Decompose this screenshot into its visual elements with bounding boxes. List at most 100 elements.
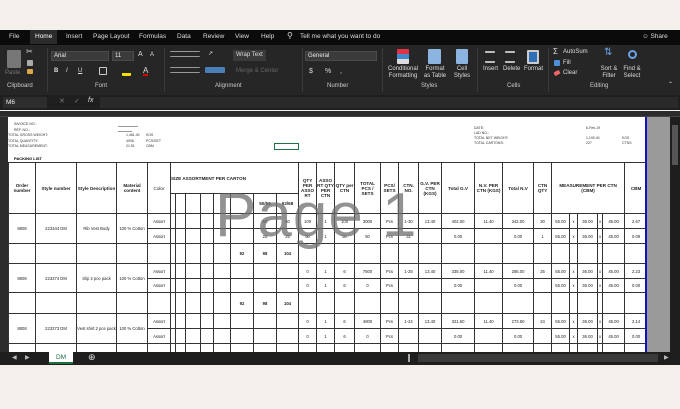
- data-cell[interactable]: [275, 328, 300, 344]
- data-cell[interactable]: 55.00: [551, 228, 571, 244]
- italic-button[interactable]: I: [66, 68, 68, 75]
- fill-button[interactable]: Fill: [563, 60, 571, 67]
- data-cell[interactable]: Assort: [147, 213, 171, 229]
- data-cell[interactable]: [213, 213, 231, 229]
- data-cell[interactable]: Assort: [147, 328, 171, 344]
- data-cell[interactable]: 1: [533, 228, 553, 244]
- empty-cell[interactable]: [298, 292, 318, 314]
- font-size-select[interactable]: 11: [112, 51, 134, 61]
- data-cell[interactable]: 0.00: [624, 278, 645, 293]
- conditional-formatting-button[interactable]: Conditional Formatting: [384, 66, 422, 80]
- underline-button[interactable]: U: [78, 68, 82, 75]
- data-cell[interactable]: [474, 228, 504, 244]
- data-cell[interactable]: [230, 313, 254, 329]
- empty-cell[interactable]: [8, 343, 36, 352]
- cell-styles-button[interactable]: Cell Styles: [450, 66, 474, 80]
- data-cell[interactable]: 7500: [354, 263, 382, 279]
- data-cell[interactable]: 55.00: [551, 313, 571, 329]
- data-cell[interactable]: 0.00: [441, 228, 476, 244]
- scroll-right-arrow-icon[interactable]: ▶: [664, 354, 669, 361]
- cell-style[interactable]: 223373 DM: [35, 313, 77, 344]
- format-painter-icon[interactable]: [27, 69, 33, 74]
- data-cell[interactable]: Pcs: [380, 313, 400, 329]
- tab-page-layout[interactable]: Page Layout: [93, 33, 130, 40]
- copy-icon[interactable]: [27, 60, 33, 66]
- empty-cell[interactable]: [441, 292, 476, 314]
- empty-cell[interactable]: [76, 243, 117, 264]
- empty-cell[interactable]: [624, 292, 645, 314]
- empty-cell[interactable]: [380, 243, 400, 264]
- data-cell[interactable]: 45.00: [602, 228, 626, 244]
- data-cell[interactable]: [398, 278, 420, 293]
- data-cell[interactable]: 285.00: [502, 263, 535, 279]
- format-cells-icon[interactable]: [527, 50, 539, 64]
- fill-color-icon[interactable]: [122, 67, 131, 76]
- data-cell[interactable]: 1: [316, 228, 336, 244]
- data-cell[interactable]: 0: [354, 328, 382, 344]
- data-cell[interactable]: 100: [298, 213, 318, 229]
- empty-cell[interactable]: [334, 343, 356, 352]
- empty-cell[interactable]: [147, 243, 171, 264]
- data-cell[interactable]: 50: [334, 228, 356, 244]
- empty-cell[interactable]: [569, 292, 579, 314]
- number-format-select[interactable]: General: [305, 51, 377, 61]
- tab-split-handle[interactable]: [408, 354, 410, 362]
- empty-cell[interactable]: [569, 243, 579, 264]
- data-cell[interactable]: x: [569, 228, 579, 244]
- find-select-button[interactable]: Find & Select: [620, 66, 644, 80]
- data-cell[interactable]: 50: [275, 213, 300, 229]
- size-label[interactable]: 50/56: [253, 193, 277, 214]
- tab-insert[interactable]: Insert: [66, 33, 82, 40]
- delete-cells-icon[interactable]: [505, 51, 515, 63]
- data-cell[interactable]: [253, 328, 277, 344]
- empty-cell[interactable]: [334, 292, 356, 314]
- autosum-icon[interactable]: Σ: [553, 48, 558, 56]
- data-cell[interactable]: Assort: [147, 278, 171, 293]
- data-cell[interactable]: [200, 228, 214, 244]
- empty-cell[interactable]: [502, 243, 535, 264]
- data-cell[interactable]: [185, 228, 201, 244]
- empty-cell[interactable]: [316, 243, 336, 264]
- function-icon[interactable]: fx: [88, 97, 93, 104]
- empty-cell[interactable]: [8, 243, 36, 264]
- data-cell[interactable]: 3000: [354, 213, 382, 229]
- data-cell[interactable]: [185, 263, 201, 279]
- data-cell[interactable]: 0: [354, 278, 382, 293]
- data-cell[interactable]: 31: [398, 228, 420, 244]
- data-cell[interactable]: [213, 278, 231, 293]
- data-cell[interactable]: [175, 328, 186, 344]
- format-as-table-icon[interactable]: [428, 49, 441, 64]
- data-cell[interactable]: [175, 278, 186, 293]
- cell-style[interactable]: 223374 DM: [35, 263, 77, 293]
- data-cell[interactable]: 11.40: [474, 313, 504, 329]
- data-cell[interactable]: 6: [334, 278, 356, 293]
- empty-cell[interactable]: [147, 292, 171, 314]
- clear-button[interactable]: Clear: [563, 70, 577, 77]
- data-cell[interactable]: 1-25: [398, 263, 420, 279]
- header-color[interactable]: Color: [147, 162, 171, 214]
- data-cell[interactable]: Assort: [147, 263, 171, 279]
- orientation-icon[interactable]: ↗: [208, 51, 213, 58]
- data-cell[interactable]: x: [569, 328, 579, 344]
- data-cell[interactable]: Pcs: [380, 263, 400, 279]
- decrease-font-icon[interactable]: A: [150, 52, 154, 59]
- empty-cell[interactable]: [185, 343, 201, 352]
- data-cell[interactable]: 100: [334, 213, 356, 229]
- empty-cell[interactable]: [35, 343, 77, 352]
- empty-cell[interactable]: [213, 292, 231, 314]
- data-cell[interactable]: Pcs: [380, 213, 400, 229]
- subtotal-cell[interactable]: 98: [253, 343, 277, 352]
- empty-cell[interactable]: [316, 343, 336, 352]
- data-cell[interactable]: 6: [334, 263, 356, 279]
- header-ctn-no[interactable]: CTN. NO.: [398, 162, 420, 214]
- cell-styles-icon[interactable]: [456, 49, 468, 64]
- data-cell[interactable]: 2.67: [624, 213, 645, 229]
- header-style[interactable]: Style number: [35, 162, 77, 214]
- cell-desc[interactable]: Slip 2 pce pack: [76, 263, 117, 293]
- data-cell[interactable]: [533, 278, 553, 293]
- empty-cell[interactable]: [175, 343, 186, 352]
- data-cell[interactable]: 1: [316, 213, 336, 229]
- data-cell[interactable]: [175, 213, 186, 229]
- data-cell[interactable]: [253, 263, 277, 279]
- empty-cell[interactable]: [185, 243, 201, 264]
